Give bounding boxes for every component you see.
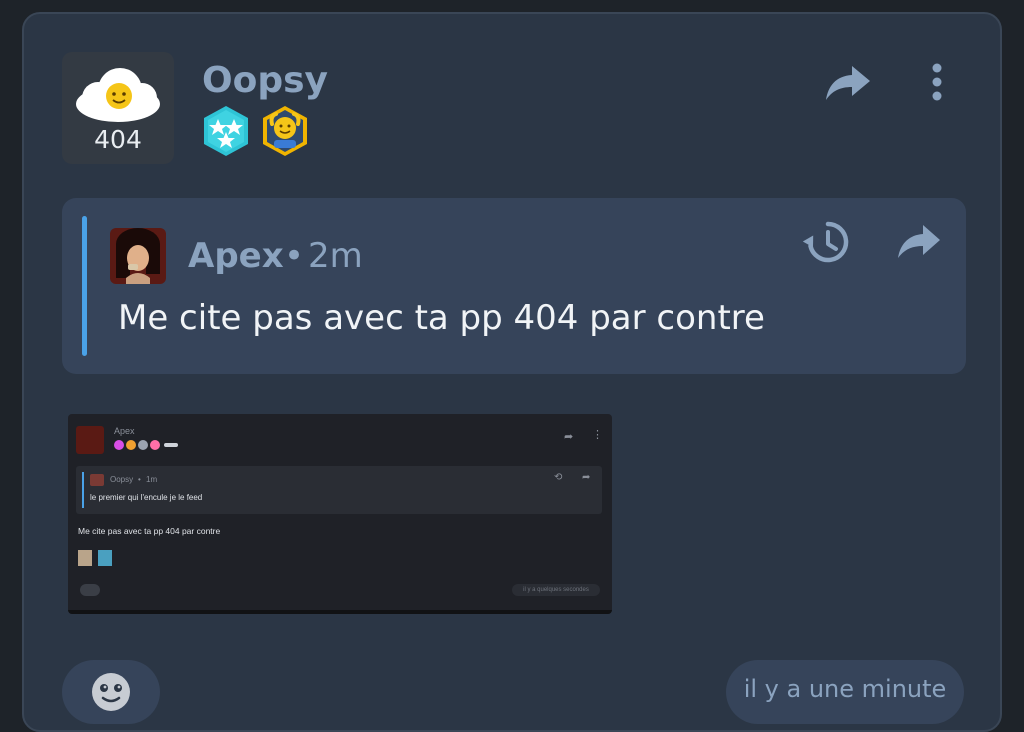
- mini-react-icon: [80, 584, 100, 596]
- avatar-code: 404: [94, 125, 142, 154]
- author-name[interactable]: Oopsy: [202, 60, 328, 101]
- author-avatar[interactable]: 404: [62, 52, 174, 164]
- emoji-badge-icon: [263, 106, 307, 156]
- quoted-message[interactable]: Apex • 2m Me cite pas avec ta pp 404 par…: [62, 198, 966, 374]
- quote-author-avatar[interactable]: [110, 228, 166, 284]
- avatar-photo-icon: [110, 228, 166, 284]
- mini-quote-box: Oopsy • 1m le premier qui l'encule je le…: [76, 466, 602, 514]
- mini-author-name: Apex: [114, 426, 135, 436]
- mini-badges: [114, 440, 194, 450]
- mini-quote-share-icon: ➦: [582, 472, 591, 483]
- stars-badge-icon: [204, 106, 248, 156]
- mini-image-2: [98, 550, 112, 566]
- mini-image-1: [78, 550, 92, 566]
- more-options-icon[interactable]: [922, 60, 952, 104]
- mini-quote-time: 1m: [146, 475, 158, 484]
- mini-history-icon: ⟲: [554, 472, 563, 483]
- mini-timestamp: il y a quelques secondes: [512, 584, 600, 596]
- mini-body-text: Me cite pas avec ta pp 404 par contre: [78, 526, 221, 536]
- mini-quote-author: Oopsy: [110, 475, 134, 484]
- cloud-emoji-icon: [76, 68, 160, 122]
- mini-avatar: [76, 426, 104, 454]
- smiley-icon: [92, 673, 130, 711]
- quote-accent-bar: [82, 216, 87, 356]
- quote-share-icon[interactable]: [896, 222, 942, 260]
- post-timestamp: il y a une minute: [726, 660, 964, 724]
- post-card: 404 Oopsy Apex • 2m Me cite pas avec ta …: [22, 12, 1002, 732]
- quote-separator: •: [284, 236, 305, 276]
- history-icon[interactable]: [802, 218, 850, 266]
- mini-share-icon: ➦: [564, 431, 574, 443]
- mini-quote-separator: •: [138, 475, 141, 484]
- attached-image[interactable]: Apex ➦ ⋮ Oopsy • 1m le premier qui l'enc…: [68, 414, 612, 614]
- add-reaction-button[interactable]: [62, 660, 160, 724]
- quote-text: Me cite pas avec ta pp 404 par contre: [118, 298, 765, 338]
- mini-more-icon: ⋮: [592, 429, 603, 441]
- quote-time: 2m: [308, 236, 363, 276]
- share-icon[interactable]: [824, 62, 872, 102]
- quote-author-name[interactable]: Apex: [188, 236, 284, 276]
- mini-quote-text: le premier qui l'encule je le feed: [90, 493, 203, 502]
